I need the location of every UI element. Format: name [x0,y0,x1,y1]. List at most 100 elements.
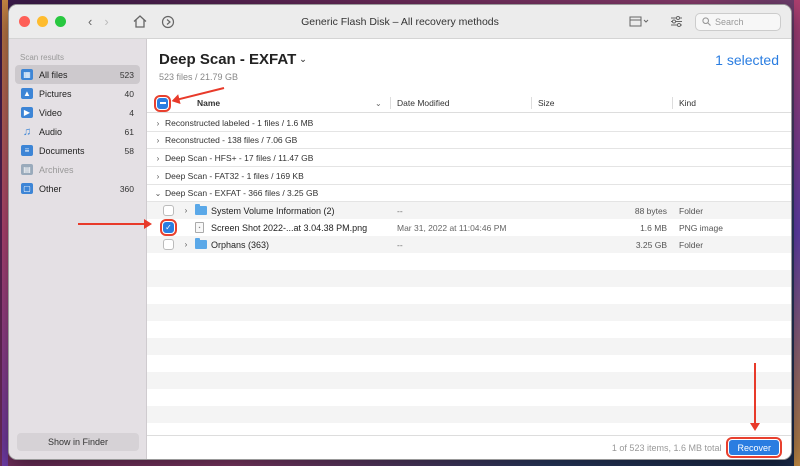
checkmark-icon: ✓ [165,223,172,232]
chevron-right-icon[interactable]: › [153,172,163,181]
sidebar-item-archives[interactable]: ▤ Archives [15,160,140,179]
sidebar-item-count: 4 [129,107,134,118]
group-label: Deep Scan - EXFAT - 366 files / 3.25 GB [165,188,319,198]
search-icon [702,16,711,28]
column-divider[interactable] [390,97,391,109]
folder-icon [195,238,207,249]
sidebar-item-all-files[interactable]: ▦ All files 523 [15,65,140,84]
sidebar-item-count: 61 [124,126,134,137]
sidebar-item-label: Pictures [39,88,72,99]
empty-row [147,423,791,435]
file-size: 88 bytes [634,205,667,216]
minimize-window-button[interactable] [37,16,48,27]
chevron-right-icon[interactable]: › [181,240,191,249]
home-icon[interactable] [133,15,147,28]
close-window-button[interactable] [19,16,30,27]
empty-row [147,372,791,389]
recover-button[interactable]: Recover [726,437,782,458]
file-kind: PNG image [679,222,723,233]
annotation-arrow [78,219,152,229]
row-checkbox[interactable] [163,205,174,216]
sidebar-item-count: 58 [124,145,134,156]
chevron-right-icon[interactable]: › [153,119,163,128]
sidebar: Scan results ▦ All files 523 ▲ Pictures … [9,39,147,459]
search-field[interactable]: Search [695,13,781,31]
sidebar-item-label: Audio [39,126,63,137]
empty-row [147,304,791,321]
file-name: Screen Shot 2022-...at 3.04.38 PM.png [211,222,368,233]
empty-row [147,253,791,270]
group-label: Reconstructed labeled - 1 files / 1.6 MB [165,118,314,128]
search-placeholder: Search [715,17,744,27]
column-divider[interactable] [531,97,532,109]
page-title[interactable]: Deep Scan - EXFAT ⌄ [159,51,307,68]
sidebar-heading: Scan results [20,53,65,62]
empty-row [147,270,791,287]
chevron-right-icon[interactable]: › [153,136,163,145]
main-panel: Deep Scan - EXFAT ⌄ 523 files / 21.79 GB… [147,39,791,459]
selected-count[interactable]: 1 selected [715,52,779,68]
empty-row [147,406,791,423]
all-files-icon: ▦ [21,69,33,80]
sidebar-item-audio[interactable]: ♫ Audio 61 [15,122,140,141]
column-size-header[interactable]: Size [538,93,555,113]
empty-row [147,338,791,355]
scan-group-row[interactable]: › Reconstructed labeled - 1 files / 1.6 … [147,115,791,132]
forward-chevron-icon[interactable]: › [104,14,108,29]
file-kind: Folder [679,239,704,250]
pictures-icon: ▲ [21,88,33,99]
filter-icon[interactable] [670,16,683,27]
file-date: -- [397,205,403,216]
chevron-right-icon[interactable]: › [181,206,191,215]
sidebar-item-pictures[interactable]: ▲ Pictures 40 [15,84,140,103]
chevron-down-icon[interactable]: ⌄ [153,189,163,198]
column-kind-header[interactable]: Kind [679,93,696,113]
chevron-down-icon: ⌄ [299,54,307,64]
file-date: Mar 31, 2022 at 11:04:46 PM [397,222,507,233]
zoom-window-button[interactable] [55,16,66,27]
empty-row [147,355,791,372]
file-name: Orphans (363) [211,239,270,250]
row-checkbox[interactable] [163,239,174,250]
file-date: -- [397,239,403,250]
sidebar-item-label: Archives [39,164,74,175]
documents-icon: ≡ [21,145,33,156]
archives-icon: ▤ [21,164,33,175]
file-size: 3.25 GB [635,239,667,250]
scan-group-row[interactable]: › Reconstructed - 138 files / 7.06 GB [147,132,791,149]
empty-row [147,389,791,406]
audio-icon: ♫ [22,125,32,138]
table-row[interactable]: ✓ ▪ Screen Shot 2022-...at 3.04.38 PM.pn… [147,219,791,236]
column-date-header[interactable]: Date Modified [397,93,449,113]
table-row[interactable]: › Orphans (363) -- 3.25 GB Folder [147,236,791,253]
group-label: Reconstructed - 138 files / 7.06 GB [165,135,298,145]
select-all-checkbox[interactable] [154,94,171,112]
scan-group-row[interactable]: › Deep Scan - HFS+ - 17 files / 11.47 GB [147,150,791,167]
recovery-vault-icon[interactable] [161,15,175,29]
sidebar-item-count: 523 [119,69,134,80]
empty-row [147,287,791,304]
show-in-finder-button[interactable]: Show in Finder [17,433,139,451]
row-checkbox[interactable]: ✓ [160,219,177,236]
sidebar-item-video[interactable]: ▶ Video 4 [15,103,140,122]
sidebar-item-other[interactable]: ▢ Other 360 [15,179,140,198]
sort-chevron-icon[interactable]: ⌄ [375,93,382,113]
other-icon: ▢ [21,183,33,194]
scan-summary: 523 files / 21.79 GB [159,72,239,82]
column-name-header[interactable]: Name [197,93,220,113]
scan-group-row[interactable]: › Deep Scan - FAT32 - 1 files / 169 KB [147,168,791,185]
status-text: 1 of 523 items, 1.6 MB total [611,442,722,453]
select-all-cell [154,93,171,113]
view-mode-icon[interactable] [629,16,649,27]
scan-group-row[interactable]: ⌄ Deep Scan - EXFAT - 366 files / 3.25 G… [147,185,791,202]
empty-row [147,321,791,338]
chevron-right-icon[interactable]: › [153,154,163,163]
titlebar: ‹ › Generic Flash Disk – All recovery me… [9,5,791,39]
column-divider[interactable] [672,97,673,109]
table-row[interactable]: › System Volume Information (2) -- 88 by… [147,202,791,219]
sidebar-item-label: Video [39,107,62,118]
group-label: Deep Scan - HFS+ - 17 files / 11.47 GB [165,153,314,163]
minus-icon [159,102,166,104]
back-chevron-icon[interactable]: ‹ [88,14,92,29]
sidebar-item-documents[interactable]: ≡ Documents 58 [15,141,140,160]
